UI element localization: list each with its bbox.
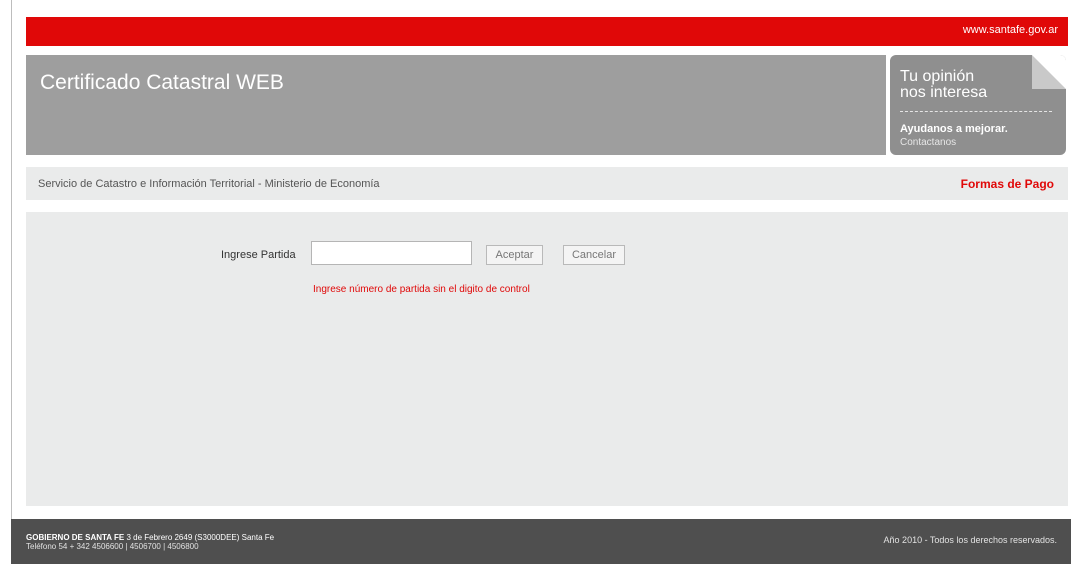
payment-methods-link[interactable]: Formas de Pago [961, 177, 1054, 191]
top-bar: www.santafe.gov.ar [26, 17, 1068, 46]
page-curl-icon [1032, 55, 1066, 89]
footer-copyright: Año 2010 - Todos los derechos reservados… [883, 535, 1057, 545]
header-banner: Certificado Catastral WEB [26, 55, 886, 155]
service-name: Servicio de Catastro e Información Terri… [38, 178, 380, 190]
partida-input[interactable] [311, 241, 472, 265]
accept-button[interactable]: Aceptar [486, 245, 543, 265]
input-hint: Ingrese número de partida sin el digito … [313, 284, 530, 295]
footer-org: GOBIERNO DE SANTA FE [26, 533, 125, 542]
feedback-divider [900, 111, 1052, 112]
cancel-button[interactable]: Cancelar [563, 245, 625, 265]
feedback-line1: Tu opinión [900, 68, 975, 85]
footer-address: GOBIERNO DE SANTA FE 3 de Febrero 2649 (… [26, 533, 274, 542]
footer: GOBIERNO DE SANTA FE 3 de Febrero 2649 (… [11, 519, 1071, 564]
feedback-line2: nos interesa [900, 84, 988, 101]
feedback-cta: Ayudanos a mejorar. [900, 123, 1008, 135]
footer-phone: Teléfono 54 + 342 4506600 | 4506700 | 45… [26, 542, 199, 551]
service-bar: Servicio de Catastro e Información Terri… [26, 167, 1068, 200]
partida-label: Ingrese Partida [221, 249, 296, 261]
page-title: Certificado Catastral WEB [40, 71, 284, 94]
main-panel: Ingrese Partida Aceptar Cancelar Ingrese… [26, 212, 1068, 506]
footer-address-text: 3 de Febrero 2649 (S3000DEE) Santa Fe [124, 533, 275, 542]
site-url-link[interactable]: www.santafe.gov.ar [963, 24, 1058, 36]
feedback-box[interactable]: Tu opinión nos interesa Ayudanos a mejor… [890, 55, 1066, 155]
contact-link[interactable]: Contactanos [900, 137, 956, 148]
